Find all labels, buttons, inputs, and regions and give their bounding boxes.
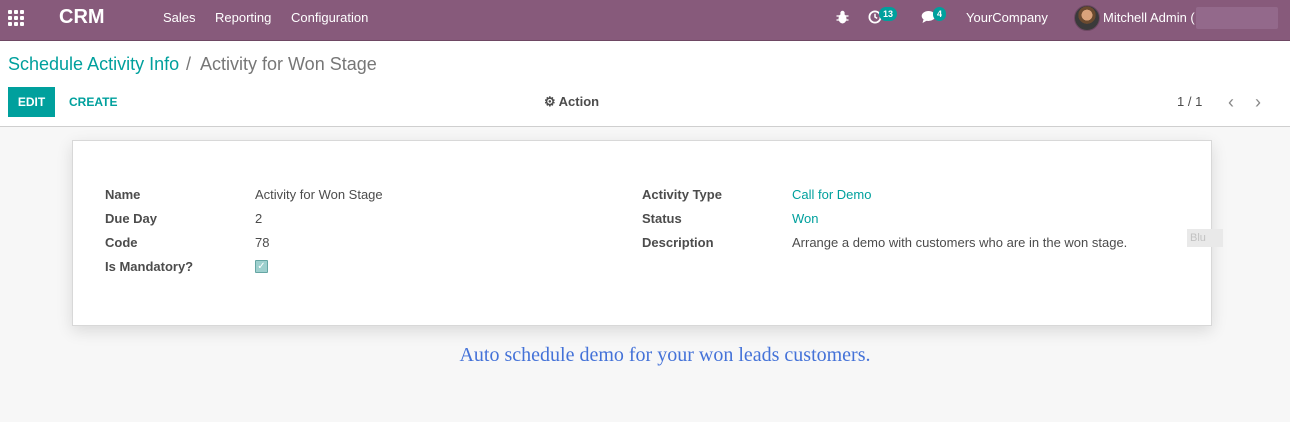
- status-label: Status: [642, 211, 682, 226]
- avatar[interactable]: [1074, 5, 1100, 31]
- create-button[interactable]: CREATE: [69, 87, 117, 117]
- caption-text: Auto schedule demo for your won leads cu…: [459, 344, 871, 366]
- side-tag: Blu: [1187, 229, 1223, 247]
- user-menu[interactable]: Mitchell Admin (: [1103, 0, 1195, 36]
- app-name[interactable]: CRM: [59, 0, 105, 35]
- breadcrumb-separator: /: [186, 54, 192, 74]
- name-label: Name: [105, 187, 141, 202]
- pager-value[interactable]: 1 / 1: [1177, 87, 1202, 117]
- description-label: Description: [642, 235, 714, 250]
- breadcrumb-parent[interactable]: Schedule Activity Info: [8, 54, 179, 75]
- code-value: 78: [255, 235, 270, 250]
- apps-grid-icon[interactable]: [8, 10, 26, 26]
- top-navbar: CRM Sales Reporting Configuration 13 4 Y…: [0, 0, 1290, 41]
- code-label: Code: [105, 235, 138, 250]
- description-value: Arrange a demo with customers who are in…: [792, 235, 1128, 250]
- menu-sales[interactable]: Sales: [163, 0, 196, 36]
- due-day-label: Due Day: [105, 211, 158, 226]
- name-value: Activity for Won Stage: [255, 187, 383, 202]
- gear-icon: ⚙: [544, 94, 556, 109]
- action-dropdown[interactable]: ⚙ Action: [544, 87, 599, 117]
- menu-configuration[interactable]: Configuration: [291, 0, 368, 36]
- edit-button[interactable]: EDIT: [8, 87, 55, 117]
- company-switcher[interactable]: YourCompany: [966, 0, 1048, 36]
- activity-type-link[interactable]: Call for Demo: [792, 187, 871, 202]
- form-sheet: Name Activity for Won Stage Due Day 2 Co…: [72, 140, 1212, 326]
- pager-next-button[interactable]: ›: [1255, 87, 1261, 117]
- activity-type-label: Activity Type: [642, 187, 722, 202]
- is-mandatory-label: Is Mandatory?: [105, 259, 194, 274]
- message-count-badge: 4: [933, 7, 947, 21]
- user-company-badge: [1196, 7, 1278, 29]
- menu-reporting[interactable]: Reporting: [215, 0, 271, 36]
- status-link[interactable]: Won: [792, 211, 819, 226]
- control-panel: Schedule Activity Info / Activity for Wo…: [0, 41, 1290, 127]
- is-mandatory-checkbox[interactable]: ✓: [255, 260, 268, 273]
- pager-previous-button[interactable]: ‹: [1228, 87, 1234, 117]
- breadcrumb-current: Activity for Won Stage: [200, 54, 377, 74]
- action-label: Action: [558, 94, 600, 109]
- due-day-value: 2: [255, 211, 263, 226]
- bug-icon[interactable]: [836, 10, 849, 26]
- activity-count-badge: 13: [879, 7, 898, 21]
